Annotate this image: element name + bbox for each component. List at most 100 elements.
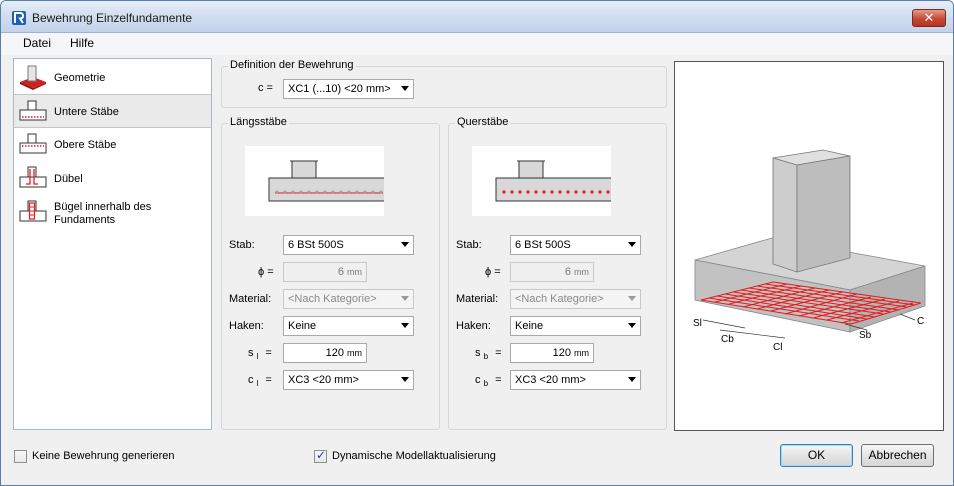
quer-haken-label: Haken: <box>456 320 491 332</box>
quer-spacing-unit: mm <box>574 348 589 358</box>
laengs-spacing-unit: mm <box>347 348 362 358</box>
laengs-phi-label: ϕ = <box>258 266 274 278</box>
quer-cover-select[interactable]: XC3 <20 mm> <box>510 370 641 390</box>
footing-section-icon <box>495 160 615 202</box>
dialog-window: Bewehrung Einzelfundamente ✕ Datei Hilfe… <box>0 0 954 486</box>
close-button[interactable]: ✕ <box>912 9 946 27</box>
close-icon: ✕ <box>923 10 935 25</box>
quer-material-select[interactable]: <Nach Kategorie> <box>510 289 641 309</box>
menu-hilfe[interactable]: Hilfe <box>70 36 94 50</box>
app-icon <box>12 11 26 25</box>
laengs-spacing-sub: l <box>256 352 259 362</box>
quer-phi-field[interactable]: 6 mm <box>510 262 594 282</box>
stirrups-icon <box>19 200 47 222</box>
chevron-down-icon <box>628 242 636 247</box>
dynamic-update-label: Dynamische Modellaktualisierung <box>332 450 496 462</box>
laengs-spacing-value: 120 <box>325 347 344 359</box>
laengs-spacing-eq: = <box>265 347 272 359</box>
laengs-material-select[interactable]: <Nach Kategorie> <box>283 289 414 309</box>
quer-section-diagram <box>472 146 615 216</box>
laengs-spacing-label: s l = <box>248 347 272 361</box>
laengs-stab-select[interactable]: 6 BSt 500S <box>283 235 414 255</box>
check-icon: ✓ <box>316 448 327 462</box>
dim-label-sl: Sl <box>693 318 702 329</box>
dynamic-update-checkbox[interactable]: ✓ Dynamische Modellaktualisierung <box>314 448 534 465</box>
quer-haken-value: Keine <box>515 320 544 332</box>
laengs-phi-value: 6 <box>337 266 344 278</box>
sidebar-item-untere-staebe[interactable]: Untere Stäbe <box>14 94 211 128</box>
quer-material-label: Material: <box>456 293 499 305</box>
laengs-stab-label: Stab: <box>229 239 255 251</box>
quer-phi-label: ϕ = <box>485 266 501 278</box>
quer-stab-select[interactable]: 6 BSt 500S <box>510 235 641 255</box>
footing-3d-view: Sl Cb Cl Sb C <box>693 149 926 353</box>
ok-button[interactable]: OK <box>780 444 853 467</box>
cover-class-value: XC1 (...10) <20 mm> <box>288 83 391 95</box>
bottom-bars-icon <box>19 100 47 121</box>
quer-phi-value: 6 <box>564 266 571 278</box>
laengs-spacing-symbol: s <box>248 347 254 359</box>
preview-3d: Sl Cb Cl Sb C <box>674 61 944 431</box>
sidebar-item-geometrie[interactable]: Geometrie <box>14 61 211 95</box>
quer-cover-sub: b <box>483 379 489 389</box>
sidebar-item-obere-staebe[interactable]: Obere Stäbe <box>14 128 211 162</box>
laengs-material-value: <Nach Kategorie> <box>288 293 377 305</box>
quer-spacing-value: 120 <box>552 347 571 359</box>
sidebar-nav: Geometrie Untere Stäbe Obere Stäbe Dübel… <box>13 58 212 430</box>
dim-label-c: C <box>917 316 924 327</box>
quer-haken-select[interactable]: Keine <box>510 316 641 336</box>
quer-spacing-label: s b = <box>475 347 502 361</box>
dowel-icon <box>19 166 47 188</box>
laengs-haken-label: Haken: <box>229 320 264 332</box>
quer-spacing-field[interactable]: 120 mm <box>510 343 594 363</box>
laengs-cover-select[interactable]: XC3 <20 mm> <box>283 370 414 390</box>
quer-stab-value: 6 BSt 500S <box>515 239 571 251</box>
laengsstaebe-group: Längsstäbe Stab: 6 BSt 500S ϕ = 6 mm Mat… <box>221 116 440 430</box>
laengs-spacing-field[interactable]: 120 mm <box>283 343 367 363</box>
laengs-phi-field[interactable]: 6 mm <box>283 262 367 282</box>
definition-group: Definition der Bewehrung c = XC1 (...10)… <box>221 59 667 108</box>
sidebar-item-label: Dübel <box>54 173 83 185</box>
quer-cover-value: XC3 <20 mm> <box>515 374 586 386</box>
dim-label-cl: Cl <box>773 342 782 353</box>
dim-label-sb: Sb <box>859 330 872 341</box>
sidebar-item-label: Untere Stäbe <box>54 106 119 118</box>
sidebar-item-label: Obere Stäbe <box>54 139 117 151</box>
laengs-cover-sub: l <box>256 379 259 389</box>
window-title: Bewehrung Einzelfundamente <box>32 11 193 25</box>
dim-label-cb: Cb <box>721 334 734 345</box>
querstaebe-group: Querstäbe Stab: 6 BSt 500S ϕ = 6 mm Mate… <box>448 116 667 430</box>
sidebar-item-duebel[interactable]: Dübel <box>14 162 211 196</box>
laengs-phi-unit: mm <box>347 267 362 277</box>
quer-cover-label: c b = <box>475 374 502 388</box>
laengs-haken-value: Keine <box>288 320 317 332</box>
quer-spacing-symbol: s <box>475 347 481 359</box>
laengs-haken-select[interactable]: Keine <box>283 316 414 336</box>
chevron-down-icon <box>401 86 409 91</box>
chevron-down-icon <box>401 296 409 301</box>
laengs-cover-value: XC3 <20 mm> <box>288 374 359 386</box>
quer-cover-eq: = <box>495 374 502 386</box>
quer-spacing-eq: = <box>495 347 502 359</box>
c-label: c = <box>258 82 273 94</box>
no-reinforcement-checkbox[interactable]: Keine Bewehrung generieren <box>14 449 214 465</box>
laengsstaebe-title: Längsstäbe <box>228 116 289 128</box>
footing-section-icon <box>268 160 388 202</box>
quer-spacing-sub: b <box>483 352 489 362</box>
quer-stab-label: Stab: <box>456 239 482 251</box>
no-reinforcement-label: Keine Bewehrung generieren <box>32 450 175 462</box>
top-bars-icon <box>19 133 47 154</box>
chevron-down-icon <box>628 377 636 382</box>
cover-class-select[interactable]: XC1 (...10) <20 mm> <box>283 79 414 99</box>
checkbox-box[interactable] <box>14 450 27 463</box>
chevron-down-icon <box>628 323 636 328</box>
cancel-button[interactable]: Abbrechen <box>861 444 934 467</box>
sidebar-item-buegel[interactable]: Bügel innerhalb des Fundaments <box>14 196 211 230</box>
quer-cover-symbol: c <box>475 374 481 386</box>
menu-bar: Datei Hilfe <box>1 33 953 55</box>
laengs-cover-eq: = <box>265 374 272 386</box>
querstaebe-title: Querstäbe <box>455 116 511 128</box>
menu-datei[interactable]: Datei <box>23 36 51 50</box>
checkbox-box[interactable]: ✓ <box>314 448 327 463</box>
geometry-icon <box>20 65 46 90</box>
